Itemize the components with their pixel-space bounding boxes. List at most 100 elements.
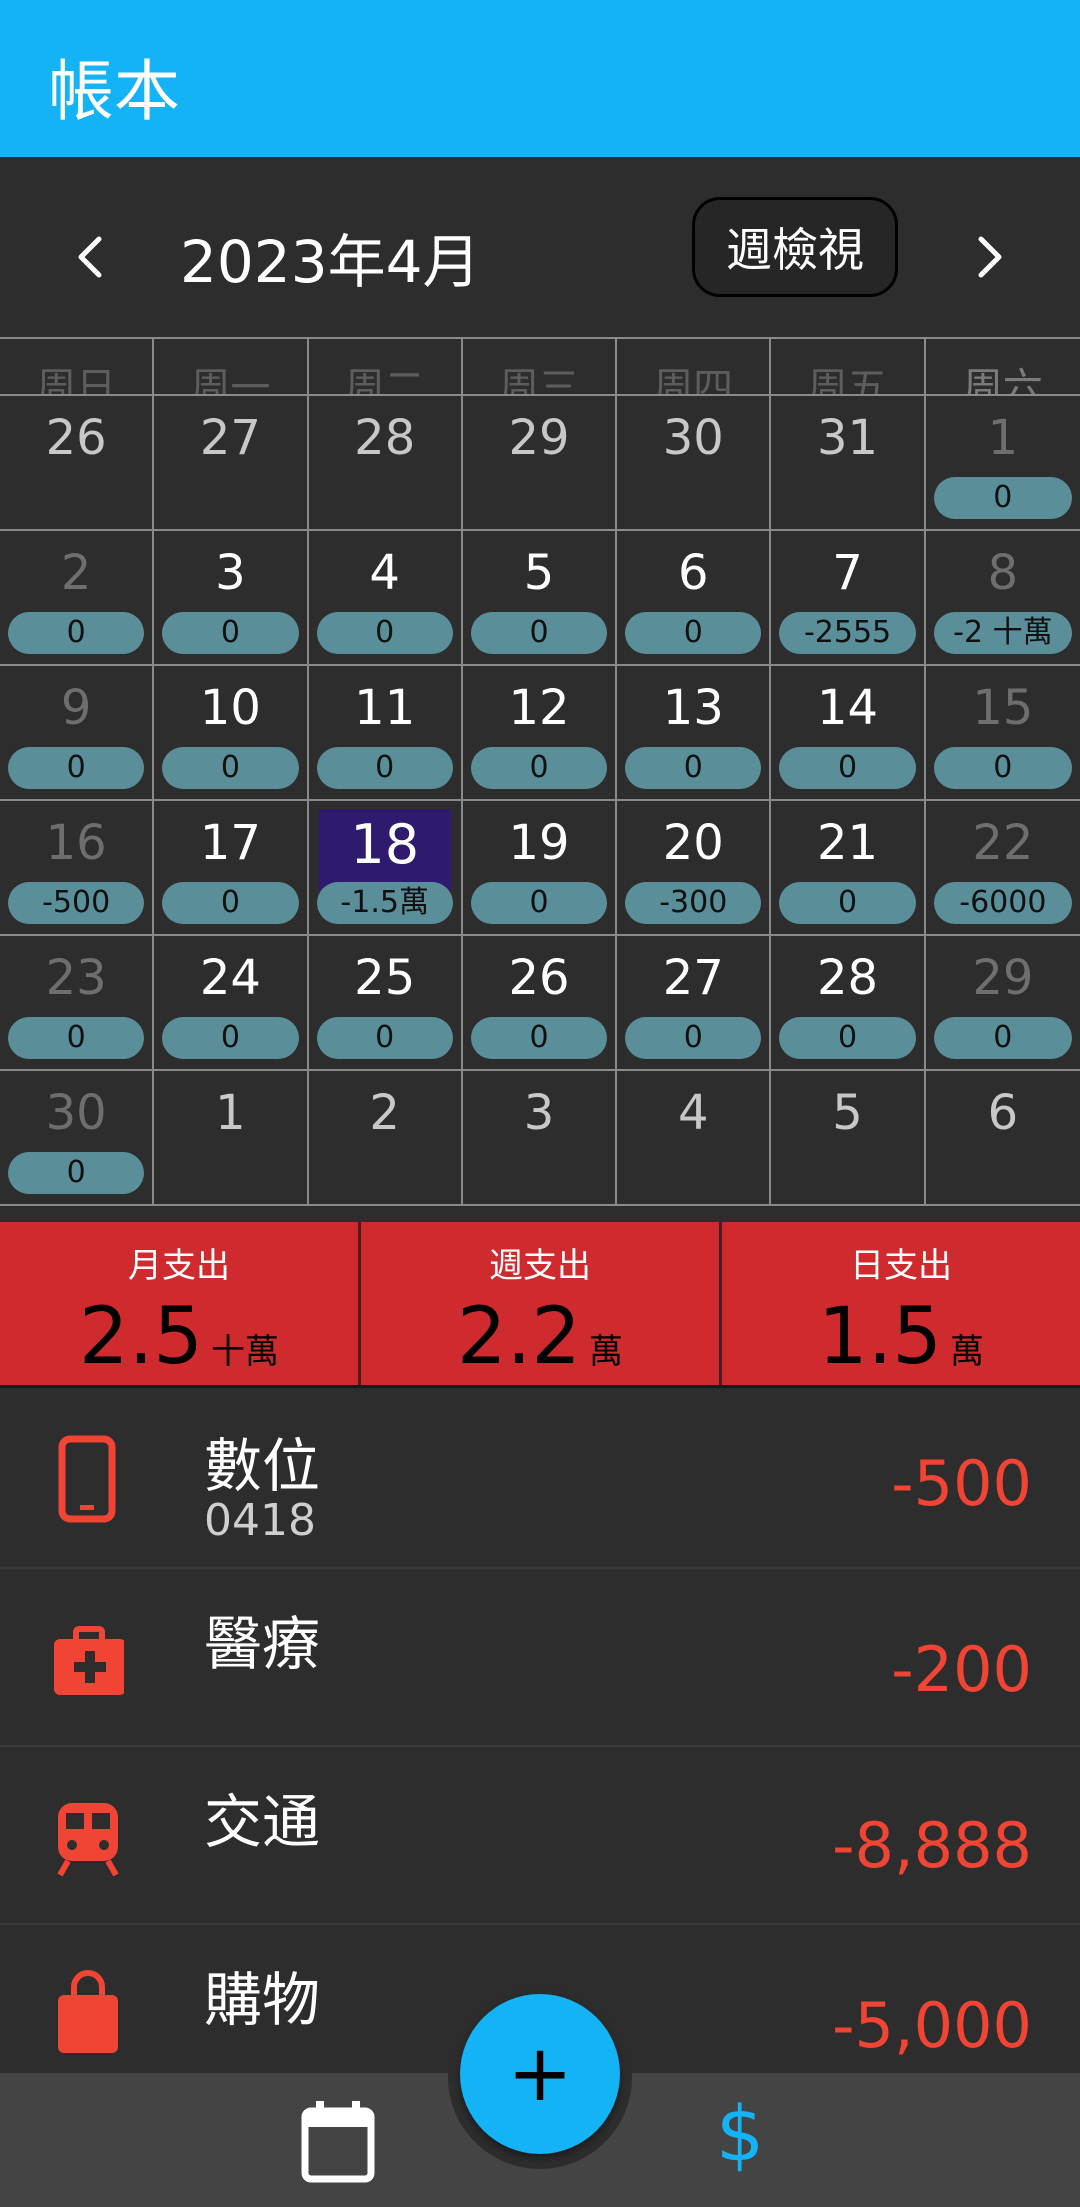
dollar-icon[interactable]: $ bbox=[710, 2089, 770, 2189]
day-number: 28 bbox=[817, 950, 879, 1006]
phone-icon bbox=[58, 1435, 116, 1523]
transaction-amount: -5,000 bbox=[832, 1989, 1032, 2062]
calendar-day[interactable]: 15 0 bbox=[925, 666, 1080, 801]
calendar-day[interactable]: 26 bbox=[0, 396, 155, 531]
day-amount-badge: 0 bbox=[162, 1017, 299, 1059]
daily-expense-value-wrap: 1.5 萬 bbox=[722, 1292, 1080, 1382]
transaction-item[interactable]: 醫療 -200 bbox=[0, 1569, 1080, 1747]
calendar-day[interactable]: 4 bbox=[617, 1071, 772, 1206]
day-number: 12 bbox=[508, 680, 570, 736]
calendar-day[interactable]: 22 -6000 bbox=[925, 801, 1080, 936]
calendar-day[interactable]: 60 bbox=[617, 531, 772, 666]
calendar-day[interactable]: 11 0 bbox=[308, 666, 463, 801]
calendar-day[interactable]: 29 0 bbox=[925, 936, 1080, 1071]
calendar-day[interactable]: 20 -300 bbox=[617, 801, 772, 936]
weekday-label: 周二 bbox=[309, 339, 463, 394]
calendar-day[interactable]: 17 0 bbox=[154, 801, 309, 936]
day-amount-badge: -1.5萬 bbox=[316, 882, 453, 924]
day-amount-badge: 0 bbox=[162, 747, 299, 789]
daily-expense: 日支出 1.5 萬 bbox=[722, 1222, 1080, 1385]
day-amount-badge: 0 bbox=[8, 1152, 145, 1194]
calendar-day[interactable]: 14 0 bbox=[771, 666, 926, 801]
next-month-button[interactable] bbox=[960, 227, 1020, 287]
chevron-right-icon bbox=[978, 236, 1002, 278]
calendar-day[interactable]: 30 bbox=[617, 396, 772, 531]
calendar-day-today[interactable]: 18 -1.5萬 bbox=[308, 801, 463, 936]
day-number: 27 bbox=[662, 950, 724, 1006]
calendar-day[interactable]: 23 0 bbox=[0, 936, 155, 1071]
calendar-day[interactable]: 40 bbox=[308, 531, 463, 666]
day-amount-badge: 0 bbox=[8, 747, 145, 789]
week-view-button[interactable]: 週檢視 bbox=[692, 197, 898, 297]
calendar-day[interactable]: 7 -2555 bbox=[771, 531, 926, 666]
day-amount-badge: -300 bbox=[625, 882, 762, 924]
calendar-day[interactable]: 1 bbox=[154, 1071, 309, 1206]
calendar-day[interactable]: 10 0 bbox=[154, 666, 309, 801]
calendar-day[interactable]: 13 0 bbox=[617, 666, 772, 801]
calendar-day[interactable]: 50 bbox=[462, 531, 618, 666]
daily-expense-unit: 萬 bbox=[950, 1332, 985, 1372]
weekday-label: 周六 bbox=[962, 365, 1043, 396]
add-transaction-button[interactable]: + bbox=[460, 1994, 620, 2154]
day-number: 20 bbox=[662, 815, 724, 871]
calendar-day[interactable]: 30 bbox=[154, 531, 309, 666]
calendar-day[interactable]: 10 bbox=[925, 396, 1080, 531]
calendar-icon[interactable] bbox=[300, 2099, 376, 2183]
transaction-item[interactable]: 交通 -8,888 bbox=[0, 1747, 1080, 1925]
weekly-expense-label: 週支出 bbox=[489, 1246, 591, 1286]
transaction-category: 購物 bbox=[204, 1966, 321, 2034]
calendar-day[interactable]: 6 bbox=[925, 1071, 1080, 1206]
day-number: 17 bbox=[199, 815, 261, 871]
day-number: 4 bbox=[369, 545, 400, 601]
calendar-day[interactable]: 20 bbox=[0, 531, 155, 666]
calendar-day[interactable]: 8 -2 十萬 bbox=[925, 531, 1080, 666]
day-amount-badge: 0 bbox=[316, 1017, 453, 1059]
day-number: 19 bbox=[508, 815, 570, 871]
day-amount-badge: 0 bbox=[933, 1017, 1072, 1059]
calendar-day[interactable]: 30 0 bbox=[0, 1071, 155, 1206]
day-number: 6 bbox=[987, 1085, 1019, 1141]
calendar-day[interactable]: 90 bbox=[0, 666, 155, 801]
monthly-expense-label: 月支出 bbox=[128, 1246, 230, 1286]
calendar-day[interactable]: 25 0 bbox=[308, 936, 463, 1071]
transaction-item[interactable]: 數位 0418 -500 bbox=[0, 1391, 1080, 1569]
day-amount-badge: 0 bbox=[933, 747, 1072, 789]
day-amount-badge: 0 bbox=[8, 612, 145, 654]
day-amount-badge: 0 bbox=[316, 612, 453, 654]
transaction-category: 交通 bbox=[204, 1788, 321, 1856]
calendar-day[interactable]: 29 bbox=[462, 396, 618, 531]
weekday-label: 周一 bbox=[154, 339, 309, 394]
calendar-day[interactable]: 5 bbox=[771, 1071, 926, 1206]
calendar-day[interactable]: 21 0 bbox=[771, 801, 926, 936]
day-number: 24 bbox=[199, 950, 261, 1006]
day-number: 28 bbox=[354, 410, 416, 466]
calendar-day[interactable]: 28 0 bbox=[771, 936, 926, 1071]
calendar-day[interactable]: 3 bbox=[462, 1071, 618, 1206]
day-amount-badge: 0 bbox=[779, 882, 916, 924]
transaction-amount: -200 bbox=[891, 1633, 1032, 1706]
calendar-day[interactable]: 12 0 bbox=[462, 666, 618, 801]
calendar-day[interactable]: 24 0 bbox=[154, 936, 309, 1071]
day-number: 21 bbox=[817, 815, 879, 871]
calendar-day[interactable]: 16 -500 bbox=[0, 801, 155, 936]
day-amount-badge: 0 bbox=[162, 882, 299, 924]
weekly-expense: 週支出 2.2 萬 bbox=[361, 1222, 722, 1385]
day-number: 26 bbox=[508, 950, 570, 1006]
day-number: 5 bbox=[832, 1085, 863, 1141]
calendar-day[interactable]: 28 bbox=[308, 396, 463, 531]
calendar-day[interactable]: 27 0 bbox=[617, 936, 772, 1071]
day-amount-badge: 0 bbox=[316, 747, 453, 789]
day-number: 6 bbox=[678, 545, 709, 601]
train-icon bbox=[57, 1803, 119, 1877]
day-number: 9 bbox=[60, 680, 92, 736]
calendar-day[interactable]: 26 0 bbox=[462, 936, 618, 1071]
day-amount-badge: 0 bbox=[470, 1017, 608, 1059]
calendar-grid: 周日 周一 周二 周三 周四 周五 周六 26 27 28 29 30 31 1 0 2 0 3 0 4… bbox=[0, 337, 1080, 1206]
calendar-day[interactable]: 19 0 bbox=[462, 801, 618, 936]
previous-month-button[interactable] bbox=[60, 227, 120, 287]
day-number: 1 bbox=[987, 410, 1019, 466]
day-amount-badge: 0 bbox=[8, 1017, 145, 1059]
calendar-day[interactable]: 31 bbox=[771, 396, 926, 531]
calendar-day[interactable]: 2 bbox=[308, 1071, 463, 1206]
calendar-day[interactable]: 27 bbox=[154, 396, 309, 531]
